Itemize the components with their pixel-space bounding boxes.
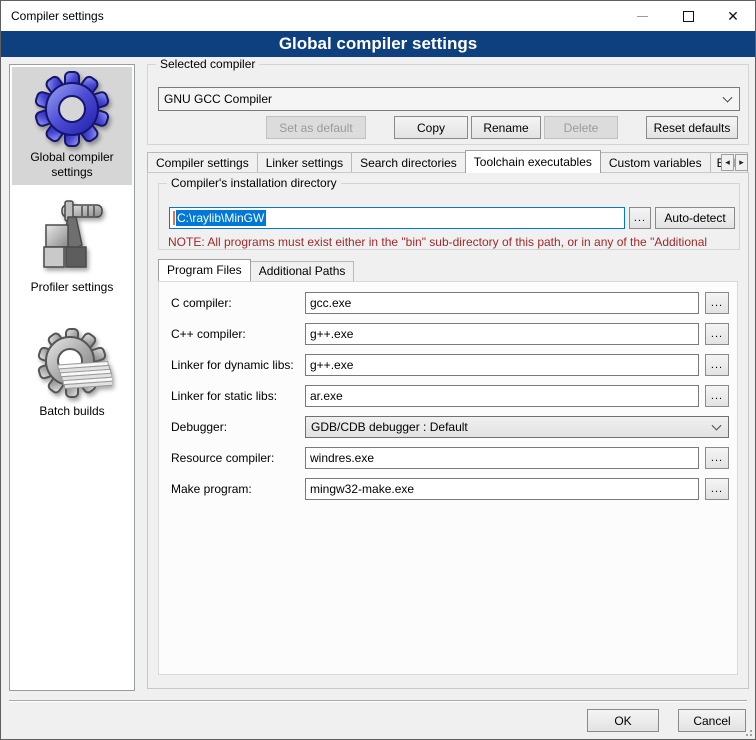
chevron-down-icon	[712, 421, 722, 431]
linker-static-input[interactable]	[305, 385, 699, 407]
program-files-page: C compiler: ... C++ compiler: ... Linker…	[158, 281, 738, 675]
cpp-compiler-label: C++ compiler:	[171, 323, 303, 345]
delete-button[interactable]: Delete	[544, 116, 618, 139]
c-compiler-input[interactable]	[305, 292, 699, 314]
copy-button[interactable]: Copy	[394, 116, 468, 139]
debugger-select-value: GDB/CDB debugger : Default	[311, 420, 468, 434]
make-program-input[interactable]	[305, 478, 699, 500]
maximize-button[interactable]	[667, 1, 709, 31]
tab-program-files[interactable]: Program Files	[158, 259, 251, 281]
window-title: Compiler settings	[11, 1, 104, 31]
cpp-compiler-input[interactable]	[305, 323, 699, 345]
browse-directory-button[interactable]: ...	[629, 207, 651, 229]
tab-search-directories[interactable]: Search directories	[351, 152, 466, 173]
installation-directory-value: C:\raylib\MinGW	[176, 210, 266, 226]
text-caret	[173, 211, 175, 225]
sidebar-item-label: Profiler settings	[12, 279, 132, 295]
linker-dynamic-label: Linker for dynamic libs:	[171, 354, 303, 376]
minimize-button[interactable]	[621, 1, 663, 31]
close-icon: ✕	[727, 9, 739, 23]
toolchain-executables-page: Compiler's installation directory C:\ray…	[147, 172, 749, 689]
ok-button[interactable]: OK	[587, 709, 659, 732]
tab-compiler-settings[interactable]: Compiler settings	[147, 152, 258, 173]
close-button[interactable]: ✕	[712, 1, 754, 31]
cpp-compiler-browse-button[interactable]: ...	[705, 323, 729, 345]
compiler-select-value: GNU GCC Compiler	[164, 92, 272, 106]
selected-compiler-legend: Selected compiler	[156, 57, 259, 71]
compiler-actions: Set as default Copy Rename Delete Reset …	[158, 116, 738, 139]
resource-compiler-label: Resource compiler:	[171, 447, 303, 469]
tab-scroll-right-button[interactable]: ▸	[735, 154, 748, 171]
minimize-icon	[637, 16, 648, 17]
maximize-icon	[683, 11, 694, 22]
tab-linker-settings[interactable]: Linker settings	[257, 152, 352, 173]
make-program-browse-button[interactable]: ...	[705, 478, 729, 500]
linker-static-label: Linker for static libs:	[171, 385, 303, 407]
sidebar-item-label: Global compiler settings	[12, 149, 132, 180]
set-as-default-button[interactable]: Set as default	[266, 116, 366, 139]
sidebar-item-label: Batch builds	[12, 403, 132, 419]
debugger-select[interactable]: GDB/CDB debugger : Default	[305, 416, 729, 438]
resize-grip-icon[interactable]	[742, 726, 752, 736]
installation-directory-legend: Compiler's installation directory	[167, 176, 341, 190]
installation-note: NOTE: All programs must exist either in …	[168, 235, 746, 249]
settings-category-list: Global compiler settings	[9, 64, 135, 691]
resource-compiler-browse-button[interactable]: ...	[705, 447, 729, 469]
chevron-down-icon	[723, 93, 733, 103]
compiler-select[interactable]: GNU GCC Compiler	[158, 87, 740, 111]
resource-compiler-input[interactable]	[305, 447, 699, 469]
linker-static-browse-button[interactable]: ...	[705, 385, 729, 407]
tab-custom-variables[interactable]: Custom variables	[600, 152, 711, 173]
c-compiler-label: C compiler:	[171, 292, 303, 314]
footer-divider	[9, 700, 747, 702]
compiler-settings-dialog: Compiler settings ✕ Global compiler sett…	[0, 0, 756, 740]
sidebar-item-profiler-settings[interactable]: Profiler settings	[12, 197, 132, 295]
tab-scroll-left-button[interactable]: ◂	[721, 154, 734, 171]
sidebar-item-batch-builds[interactable]: Batch builds	[12, 321, 132, 419]
tab-additional-paths[interactable]: Additional Paths	[250, 261, 355, 281]
tab-toolchain-executables[interactable]: Toolchain executables	[465, 150, 601, 173]
main-tabs: Compiler settings Linker settings Search…	[147, 150, 749, 173]
debugger-label: Debugger:	[171, 416, 303, 438]
profiler-caliper-icon	[32, 199, 112, 279]
title-bar[interactable]: Compiler settings ✕	[1, 1, 755, 31]
reset-defaults-button[interactable]: Reset defaults	[646, 116, 738, 139]
selected-compiler-group: Selected compiler GNU GCC Compiler Set a…	[147, 64, 749, 145]
sidebar-item-global-compiler-settings[interactable]: Global compiler settings	[12, 67, 132, 185]
blue-gear-icon	[32, 69, 112, 149]
auto-detect-button[interactable]: Auto-detect	[655, 207, 735, 229]
linker-dynamic-browse-button[interactable]: ...	[705, 354, 729, 376]
installation-directory-input[interactable]: C:\raylib\MinGW	[169, 207, 625, 229]
linker-dynamic-input[interactable]	[305, 354, 699, 376]
c-compiler-browse-button[interactable]: ...	[705, 292, 729, 314]
rename-button[interactable]: Rename	[471, 116, 541, 139]
program-files-tabs: Program Files Additional Paths	[158, 259, 353, 281]
dialog-header: Global compiler settings	[1, 31, 755, 57]
cancel-button[interactable]: Cancel	[678, 709, 746, 732]
make-program-label: Make program:	[171, 478, 303, 500]
batch-builds-gear-icon	[32, 323, 112, 403]
